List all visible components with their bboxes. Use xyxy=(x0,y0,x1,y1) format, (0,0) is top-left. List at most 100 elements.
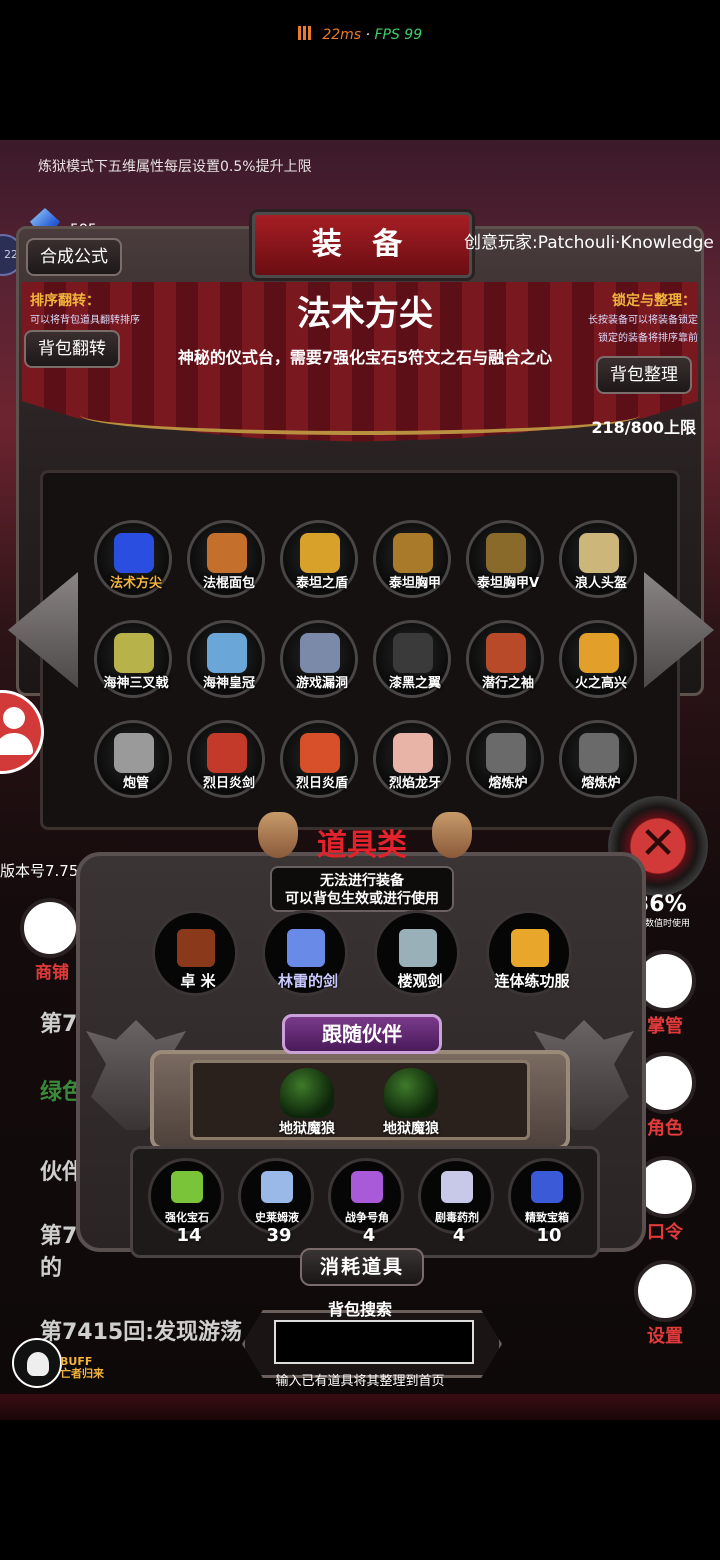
equipment-slot[interactable]: 烈日炎剑 xyxy=(187,720,265,798)
game-screen: 22ms · FPS 99 炼狱模式下五维属性每层设置0.5%提升上限 585 … xyxy=(0,0,720,1560)
props-note: 无法进行装备 可以背包生效或进行使用 xyxy=(270,866,454,912)
lock-hint-title: 锁定与整理： xyxy=(612,293,696,309)
formula-button[interactable]: 合成公式 xyxy=(26,238,122,276)
skull-icon xyxy=(27,1352,49,1376)
money-bag-icon xyxy=(432,812,472,858)
equipment-slot[interactable]: 海神皇冠 xyxy=(187,620,265,698)
side-menu-label: 设置 xyxy=(647,1326,683,1347)
buff-icon[interactable] xyxy=(12,1338,62,1388)
whip-icon xyxy=(177,929,215,967)
partner-slots xyxy=(190,1060,530,1140)
shop-button[interactable]: 商铺 xyxy=(20,898,84,984)
lock-hint-desc1: 长按装备可以将装备锁定 xyxy=(588,315,698,326)
equipment-slot[interactable]: 海神三叉戟 xyxy=(94,620,172,698)
partner-label: 地狱魔狼 xyxy=(279,1121,335,1137)
consumable-slot[interactable]: 精致宝箱 10 xyxy=(508,1158,584,1246)
bag-capacity: 218/800上限 xyxy=(591,418,696,437)
consumable-slot[interactable]: 剧毒药剂 4 xyxy=(418,1158,494,1246)
consumable-count: 14 xyxy=(176,1225,202,1246)
equipment-slot[interactable]: 泰坦胸甲V xyxy=(466,520,544,598)
prop-label: 卓 米 xyxy=(180,972,216,990)
equipment-label: 火之高兴 xyxy=(574,676,627,691)
consumable-slot[interactable]: 强化宝石 14 xyxy=(148,1158,224,1246)
equipment-item-icon xyxy=(579,633,619,673)
equipment-slot[interactable]: 潜行之袖 xyxy=(466,620,544,698)
shop-label: 商铺 xyxy=(35,963,69,983)
log-line: 第7415回:发现游荡 xyxy=(40,1320,243,1345)
version-label: 版本号7.75 xyxy=(0,862,79,880)
equipment-slot[interactable]: 浪人头盔 xyxy=(559,520,637,598)
equipment-title: 装 备 xyxy=(311,227,413,262)
partner-slot[interactable]: 地狱魔狼 xyxy=(262,1068,352,1142)
equipment-slot[interactable]: 烈日炎盾 xyxy=(280,720,358,798)
prop-slot[interactable]: 连体练功服 xyxy=(486,910,572,996)
consumable-count: 4 xyxy=(362,1225,376,1246)
equipment-item-icon xyxy=(114,633,154,673)
log-line: 的 xyxy=(40,1256,63,1281)
equipment-slot[interactable]: 法棍面包 xyxy=(187,520,265,598)
prop-slot[interactable]: 林雷的剑 xyxy=(262,910,348,996)
equipment-item-icon xyxy=(207,533,247,573)
props-note-line1: 无法进行装备 xyxy=(320,873,404,889)
partner-slot[interactable]: 地狱魔狼 xyxy=(366,1068,456,1142)
equipment-slot[interactable]: 烈焰龙牙 xyxy=(373,720,451,798)
gem-item-icon xyxy=(171,1171,203,1203)
equipment-slot[interactable]: 炮管 xyxy=(94,720,172,798)
sword-icon xyxy=(287,929,325,967)
equipment-slot[interactable]: 熔炼炉 xyxy=(559,720,637,798)
equipment-label: 泰坦之盾 xyxy=(295,576,348,591)
equipment-item-icon xyxy=(393,733,433,773)
selected-item-name: 法术方尖 xyxy=(297,294,433,334)
buff-label: BUFF 亡者归来 xyxy=(60,1356,104,1380)
equipment-label: 熔炼炉 xyxy=(581,776,621,791)
fps-value: FPS 99 xyxy=(374,27,423,43)
consumable-count: 4 xyxy=(452,1225,466,1246)
equipment-label: 炮管 xyxy=(122,776,149,791)
equipment-label: 潜行之袖 xyxy=(481,676,534,691)
consumable-count: 39 xyxy=(266,1225,292,1246)
sort-hint-desc: 可以将背包道具翻转排序 xyxy=(30,315,140,326)
equipment-item-icon xyxy=(579,733,619,773)
player-name: 创意玩家:Patchouli·Knowledge xyxy=(464,233,714,253)
search-label: 背包搜索 xyxy=(327,1300,392,1319)
equipment-slot[interactable]: 火之高兴 xyxy=(559,620,637,698)
side-menu-settings[interactable]: 设置 xyxy=(630,1260,700,1348)
equipment-slot[interactable]: 法术方尖 xyxy=(94,520,172,598)
sort-hint-title: 排序翻转： xyxy=(30,293,100,309)
equipment-slot[interactable]: 泰坦之盾 xyxy=(280,520,358,598)
equipment-slot[interactable]: 漆黑之翼 xyxy=(373,620,451,698)
bag-flip-button[interactable]: 背包翻转 xyxy=(24,330,120,368)
status-separator: · xyxy=(365,27,370,43)
bag-search-input[interactable] xyxy=(274,1320,474,1364)
jumpsuit-icon xyxy=(511,929,549,967)
equipment-label: 法棍面包 xyxy=(202,576,255,591)
equipment-slot[interactable]: 泰坦胸甲 xyxy=(373,520,451,598)
equipment-label: 法术方尖 xyxy=(109,576,162,591)
equipment-item-icon xyxy=(393,533,433,573)
equipment-slot[interactable]: 游戏漏洞 xyxy=(280,620,358,698)
consumable-slot[interactable]: 史莱姆液 39 xyxy=(238,1158,314,1246)
consumable-slot[interactable]: 战争号角 4 xyxy=(328,1158,404,1246)
treasure-chest-icon xyxy=(531,1171,563,1203)
props-note-line2: 可以背包生效或进行使用 xyxy=(285,891,439,907)
bag-sort-button[interactable]: 背包整理 xyxy=(596,356,692,394)
prop-slot[interactable]: 卓 米 xyxy=(152,910,238,996)
prop-slot[interactable]: 楼观剑 xyxy=(374,910,460,996)
partner-label: 地狱魔狼 xyxy=(383,1121,439,1137)
equipment-label: 烈日炎盾 xyxy=(295,776,348,791)
equipment-item-icon xyxy=(207,733,247,773)
ping-value: 22ms xyxy=(322,27,362,43)
user-body-icon xyxy=(0,733,33,755)
equipment-item-icon xyxy=(486,733,526,773)
prop-label: 楼观剑 xyxy=(397,972,443,990)
equipment-label: 烈焰龙牙 xyxy=(388,776,441,791)
consumable-label: 精致宝箱 xyxy=(525,1211,569,1224)
katana-icon xyxy=(399,929,437,967)
equipment-item-icon xyxy=(114,733,154,773)
partner-title: 跟随伙伴 xyxy=(282,1014,442,1054)
consumable-count: 10 xyxy=(536,1225,562,1246)
buff-line2: 亡者归来 xyxy=(60,1367,104,1380)
equipment-label: 泰坦胸甲 xyxy=(388,576,441,591)
equipment-slot[interactable]: 熔炼炉 xyxy=(466,720,544,798)
equipment-item-icon xyxy=(486,533,526,573)
